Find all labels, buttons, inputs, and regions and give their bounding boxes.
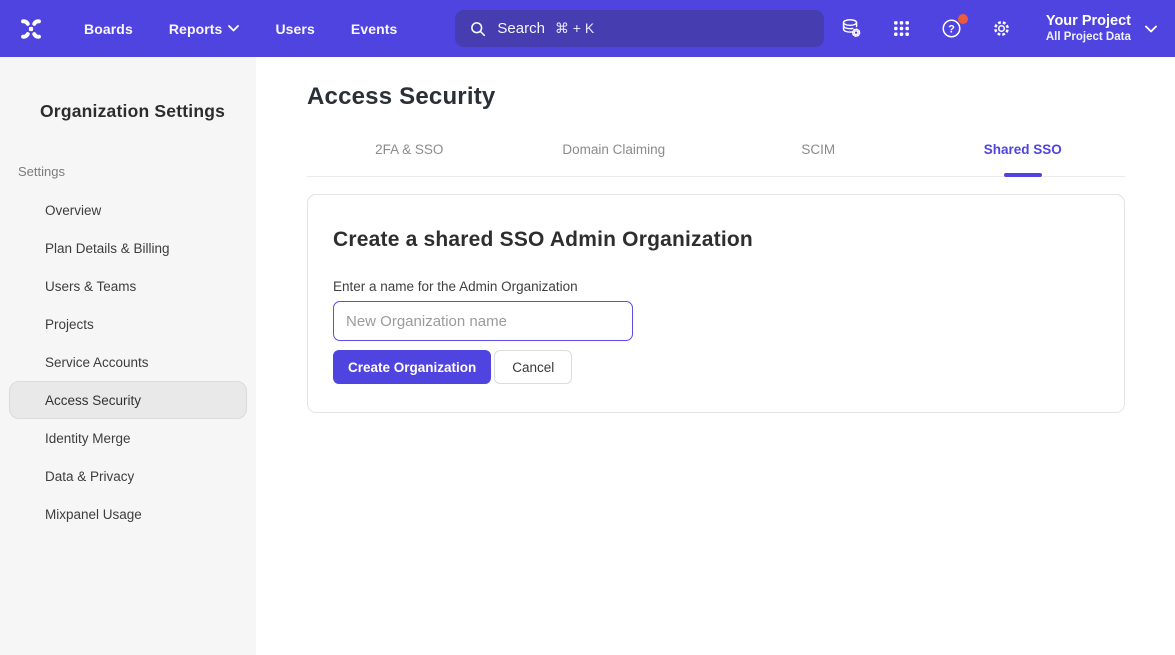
create-admin-org-card: Create a shared SSO Admin Organization E… [307, 194, 1125, 413]
sidebar-item-plan-details-billing[interactable]: Plan Details & Billing [9, 229, 247, 267]
org-name-field-label: Enter a name for the Admin Organization [333, 279, 1099, 294]
sidebar-item-data-privacy[interactable]: Data & Privacy [9, 457, 247, 495]
main-content: Access Security 2FA & SSO Domain Claimin… [256, 57, 1175, 655]
help-icon[interactable]: ? [940, 17, 964, 41]
settings-gear-icon[interactable] [990, 17, 1014, 41]
org-settings-sidebar: Organization Settings Settings Overview … [0, 57, 256, 655]
sidebar-item-access-security[interactable]: Access Security [9, 381, 247, 419]
nav-item-label: Boards [84, 21, 133, 37]
tab-label: Shared SSO [984, 142, 1062, 157]
search-placeholder: Search [497, 20, 545, 37]
primary-nav: Boards Reports Users Events [84, 21, 397, 37]
sidebar-item-projects[interactable]: Projects [9, 305, 247, 343]
tab-domain-claiming[interactable]: Domain Claiming [512, 133, 717, 176]
access-security-tabs: 2FA & SSO Domain Claiming SCIM Shared SS… [307, 133, 1125, 177]
nav-item-events[interactable]: Events [351, 21, 398, 37]
chevron-down-icon [228, 25, 239, 32]
sidebar-title: Organization Settings [0, 101, 256, 122]
search-input[interactable]: Search ⌘ + K [455, 10, 824, 47]
search-shortcut-hint: ⌘ + K [555, 20, 594, 37]
top-nav-right: ? Your Project All Project Data [840, 12, 1157, 45]
nav-item-boards[interactable]: Boards [84, 21, 133, 37]
cancel-button[interactable]: Cancel [494, 350, 572, 384]
tab-label: Domain Claiming [562, 142, 665, 157]
nav-item-label: Users [275, 21, 314, 37]
sidebar-item-service-accounts[interactable]: Service Accounts [9, 343, 247, 381]
active-tab-indicator [1004, 173, 1042, 177]
tab-label: 2FA & SSO [375, 142, 443, 157]
svg-text:?: ? [948, 24, 955, 36]
project-switcher-text: Your Project All Project Data [1046, 12, 1131, 45]
top-navigation-bar: Boards Reports Users Events Search ⌘ + K [0, 0, 1175, 57]
nav-item-users[interactable]: Users [275, 21, 314, 37]
project-scope: All Project Data [1046, 30, 1131, 44]
sidebar-item-mixpanel-usage[interactable]: Mixpanel Usage [9, 495, 247, 533]
sidebar-item-users-teams[interactable]: Users & Teams [9, 267, 247, 305]
project-switcher[interactable]: Your Project All Project Data [1046, 12, 1157, 45]
mixpanel-logo[interactable] [16, 14, 46, 44]
sidebar-item-identity-merge[interactable]: Identity Merge [9, 419, 247, 457]
card-button-row: Create Organization Cancel [333, 350, 1099, 384]
data-management-icon[interactable] [840, 17, 864, 41]
nav-item-reports[interactable]: Reports [169, 21, 240, 37]
nav-item-label: Events [351, 21, 398, 37]
sidebar-nav-list: Overview Plan Details & Billing Users & … [0, 191, 256, 533]
chevron-down-icon [1145, 25, 1157, 33]
card-title: Create a shared SSO Admin Organization [333, 228, 1099, 252]
org-name-input[interactable] [333, 301, 633, 341]
tab-shared-sso[interactable]: Shared SSO [921, 133, 1126, 176]
sidebar-item-overview[interactable]: Overview [9, 191, 247, 229]
sidebar-section-label: Settings [0, 164, 256, 179]
notification-dot [958, 14, 968, 24]
tab-2fa-sso[interactable]: 2FA & SSO [307, 133, 512, 176]
create-organization-button[interactable]: Create Organization [333, 350, 491, 384]
project-name: Your Project [1046, 12, 1131, 30]
tab-scim[interactable]: SCIM [716, 133, 921, 176]
tab-label: SCIM [801, 142, 835, 157]
nav-item-label: Reports [169, 21, 223, 37]
page-title: Access Security [307, 83, 1125, 111]
apps-grid-icon[interactable] [890, 17, 914, 41]
search-icon [469, 20, 487, 38]
